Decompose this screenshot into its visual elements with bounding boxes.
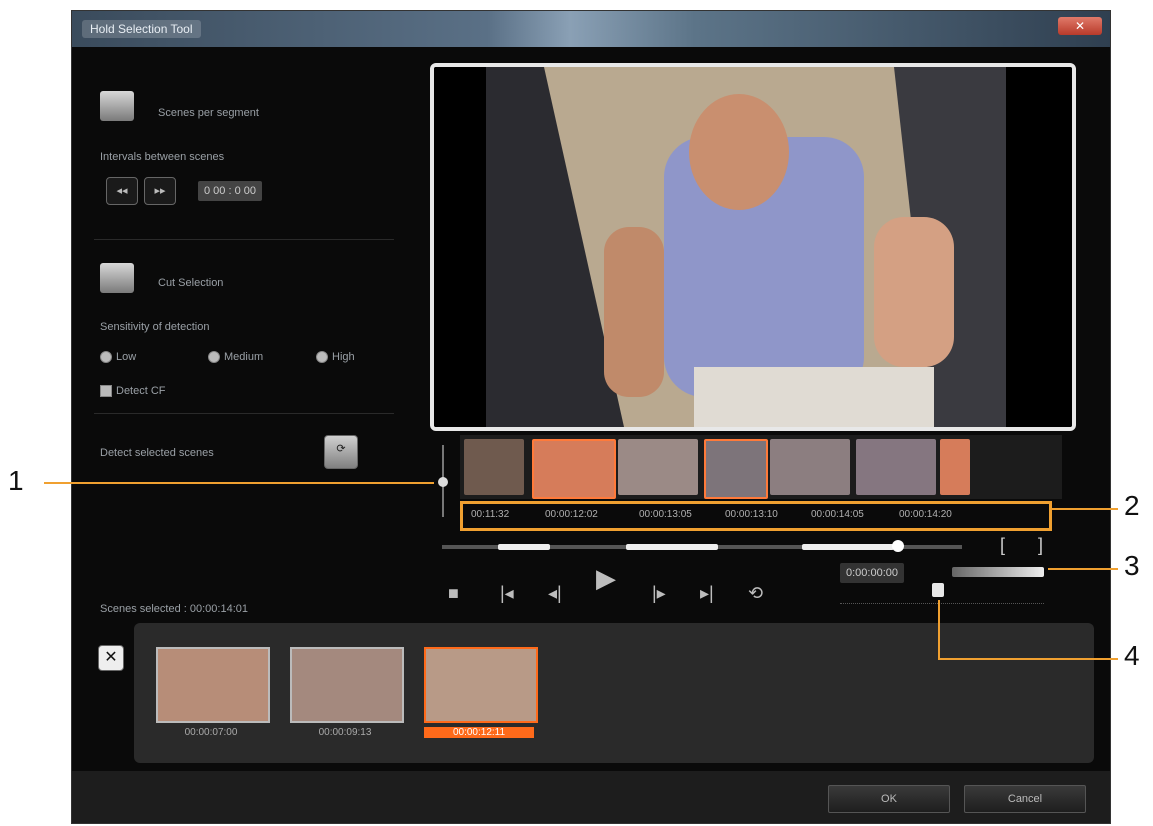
cut-selection-icon [100, 263, 134, 293]
section2-label: Cut Selection [158, 277, 224, 289]
selected-scenes-tray: 00:00:07:00 00:00:09:13 00:00:12:11 [134, 623, 1094, 763]
tray-thumb[interactable] [156, 647, 270, 723]
callout-3: 3 [1124, 550, 1140, 581]
filmstrip[interactable] [460, 435, 1062, 499]
film-thumb[interactable] [856, 439, 936, 495]
callout-2: 2 [1124, 490, 1140, 521]
tray-timecode: 00:00:09:13 [318, 727, 372, 738]
cancel-button[interactable]: Cancel [964, 785, 1086, 813]
speed-thumb[interactable] [932, 583, 944, 597]
divider [94, 413, 394, 414]
play-icon[interactable]: ▶ [596, 563, 616, 594]
stop-icon[interactable]: ■ [448, 583, 459, 604]
tray-timecode: 00:00:07:00 [184, 727, 238, 738]
ok-button[interactable]: OK [828, 785, 950, 813]
rewind-button[interactable]: ◂◂ [106, 177, 138, 205]
film-thumb[interactable] [940, 439, 970, 495]
timecode: 00:00:14:20 [899, 509, 952, 520]
dialog-footer: OK Cancel [72, 771, 1110, 823]
loop-icon[interactable]: ⟲ [748, 583, 763, 604]
radio-low[interactable] [100, 351, 112, 363]
sensitivity-label: Sensitivity of detection [100, 321, 210, 333]
callout-4: 4 [1124, 640, 1140, 671]
detect-label: Detect selected scenes [100, 447, 214, 459]
tray-label: Scenes selected : 00:00:14:01 [100, 603, 248, 615]
section1-label: Scenes per segment [158, 107, 259, 119]
checkbox-label: Detect CF [116, 385, 166, 397]
radio-medium-label: Medium [224, 351, 264, 363]
timecode: 00:00:14:05 [811, 509, 864, 520]
skip-start-icon[interactable]: |◂ [500, 583, 514, 604]
radio-medium[interactable] [208, 351, 220, 363]
tray-timecode: 00:00:12:11 [424, 727, 534, 738]
timecode: 00:00:13:05 [639, 509, 692, 520]
divider [94, 239, 394, 240]
timecode: 00:00:12:02 [545, 509, 598, 520]
film-thumb[interactable] [464, 439, 524, 495]
playback-thumb[interactable] [892, 540, 904, 552]
radio-low-label: Low [116, 351, 137, 363]
zoom-slider[interactable] [438, 439, 448, 523]
video-preview [430, 63, 1076, 431]
step-forward-icon[interactable]: |▸ [652, 583, 666, 604]
skip-end-icon[interactable]: ▸| [700, 583, 714, 604]
callout-2-line [1050, 508, 1118, 510]
film-thumb[interactable] [704, 439, 768, 499]
film-thumb[interactable] [618, 439, 698, 495]
callout-1-line [44, 482, 434, 484]
callout-4-vline [938, 600, 940, 658]
callout-1: 1 [8, 465, 24, 496]
radio-high-label: High [332, 351, 355, 363]
time-readout: 0:00:00:00 [840, 563, 904, 583]
application-window: Hold Selection Tool ✕ Scenes per segment… [72, 11, 1110, 823]
film-thumb[interactable] [532, 439, 616, 499]
timecode-row: 00:11:32 00:00:12:02 00:00:13:05 00:00:1… [460, 501, 1052, 531]
callout-3-line [1048, 568, 1118, 570]
preview-image [434, 67, 1072, 427]
tray-thumb-selected[interactable] [424, 647, 538, 723]
tray-thumb[interactable] [290, 647, 404, 723]
step-back-icon[interactable]: ◂| [548, 583, 562, 604]
detect-button[interactable]: ⟳ [324, 435, 358, 469]
timecode: 00:00:13:10 [725, 509, 778, 520]
film-thumb[interactable] [770, 439, 850, 495]
interval-label: Intervals between scenes [100, 151, 225, 163]
radio-high[interactable] [316, 351, 328, 363]
volume-bar[interactable] [952, 567, 1044, 577]
bracket-markers[interactable]: [ ] [1000, 535, 1057, 556]
scene-detect-icon [100, 91, 134, 121]
remove-scene-button[interactable]: ✕ [98, 645, 124, 671]
playback-slider[interactable] [442, 540, 962, 552]
callout-4-line [938, 658, 1118, 660]
window-title: Hold Selection Tool [82, 20, 201, 38]
interval-counter[interactable]: 0 00 : 0 00 [198, 181, 262, 201]
timecode: 00:11:32 [471, 509, 510, 520]
title-bar: Hold Selection Tool ✕ [72, 11, 1110, 47]
close-button[interactable]: ✕ [1058, 17, 1102, 35]
forward-button[interactable]: ▸▸ [144, 177, 176, 205]
detect-checkbox[interactable] [100, 385, 112, 397]
